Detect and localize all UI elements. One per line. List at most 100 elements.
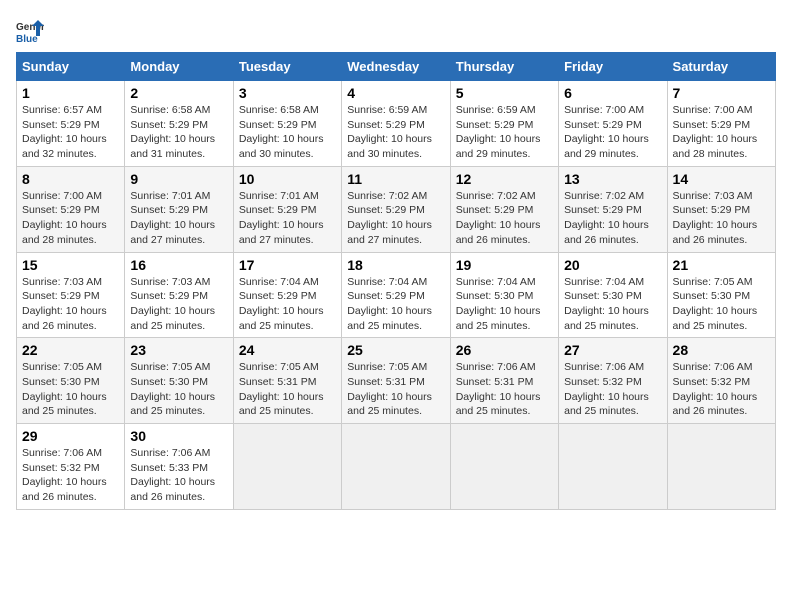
day-header-sunday: Sunday [17,53,125,81]
calendar-cell: 3 Sunrise: 6:58 AMSunset: 5:29 PMDaylight… [233,81,341,167]
day-number: 5 [456,85,553,101]
day-info: Sunrise: 7:02 AMSunset: 5:29 PMDaylight:… [347,189,444,248]
day-info: Sunrise: 7:05 AMSunset: 5:30 PMDaylight:… [22,360,119,419]
logo: General Blue [16,16,48,44]
calendar-cell: 27 Sunrise: 7:06 AMSunset: 5:32 PMDayligh… [559,338,667,424]
calendar-cell: 16 Sunrise: 7:03 AMSunset: 5:29 PMDayligh… [125,252,233,338]
day-info: Sunrise: 7:05 AMSunset: 5:31 PMDaylight:… [347,360,444,419]
calendar-cell: 23 Sunrise: 7:05 AMSunset: 5:30 PMDayligh… [125,338,233,424]
calendar-cell: 15 Sunrise: 7:03 AMSunset: 5:29 PMDayligh… [17,252,125,338]
calendar-cell: 12 Sunrise: 7:02 AMSunset: 5:29 PMDayligh… [450,166,558,252]
calendar-cell: 26 Sunrise: 7:06 AMSunset: 5:31 PMDayligh… [450,338,558,424]
calendar-cell: 11 Sunrise: 7:02 AMSunset: 5:29 PMDayligh… [342,166,450,252]
day-info: Sunrise: 7:04 AMSunset: 5:29 PMDaylight:… [239,275,336,334]
day-info: Sunrise: 7:02 AMSunset: 5:29 PMDaylight:… [564,189,661,248]
day-number: 10 [239,171,336,187]
calendar-cell: 19Sunrise: 7:04 AMSunset: 5:30 PMDayligh… [450,252,558,338]
day-info: Sunrise: 7:05 AMSunset: 5:31 PMDaylight:… [239,360,336,419]
calendar-cell: 30Sunrise: 7:06 AMSunset: 5:33 PMDayligh… [125,424,233,510]
day-info: Sunrise: 7:06 AMSunset: 5:32 PMDaylight:… [673,360,770,419]
header-row: SundayMondayTuesdayWednesdayThursdayFrid… [17,53,776,81]
calendar-cell [667,424,775,510]
day-number: 23 [130,342,227,358]
day-info: Sunrise: 7:01 AMSunset: 5:29 PMDaylight:… [130,189,227,248]
day-number: 17 [239,257,336,273]
day-number: 30 [130,428,227,444]
day-number: 15 [22,257,119,273]
calendar-cell: 24 Sunrise: 7:05 AMSunset: 5:31 PMDayligh… [233,338,341,424]
day-number: 27 [564,342,661,358]
day-info: Sunrise: 7:06 AMSunset: 5:32 PMDaylight:… [22,446,119,505]
day-info: Sunrise: 6:58 AMSunset: 5:29 PMDaylight:… [130,103,227,162]
calendar-cell: 6 Sunrise: 7:00 AMSunset: 5:29 PMDaylight… [559,81,667,167]
day-info: Sunrise: 6:59 AMSunset: 5:29 PMDaylight:… [456,103,553,162]
calendar-cell: 13 Sunrise: 7:02 AMSunset: 5:29 PMDayligh… [559,166,667,252]
day-info: Sunrise: 7:01 AMSunset: 5:29 PMDaylight:… [239,189,336,248]
header: General Blue [16,16,776,44]
calendar-cell: 4 Sunrise: 6:59 AMSunset: 5:29 PMDaylight… [342,81,450,167]
day-number: 28 [673,342,770,358]
calendar-cell: 1Sunrise: 6:57 AMSunset: 5:29 PMDaylight… [17,81,125,167]
calendar-week-5: 29 Sunrise: 7:06 AMSunset: 5:32 PMDayligh… [17,424,776,510]
day-header-tuesday: Tuesday [233,53,341,81]
calendar-table: SundayMondayTuesdayWednesdayThursdayFrid… [16,52,776,510]
day-info: Sunrise: 7:00 AMSunset: 5:29 PMDaylight:… [22,189,119,248]
day-header-saturday: Saturday [667,53,775,81]
calendar-cell: 5 Sunrise: 6:59 AMSunset: 5:29 PMDaylight… [450,81,558,167]
day-header-monday: Monday [125,53,233,81]
day-info: Sunrise: 7:02 AMSunset: 5:29 PMDaylight:… [456,189,553,248]
calendar-week-4: 22 Sunrise: 7:05 AMSunset: 5:30 PMDayligh… [17,338,776,424]
day-info: Sunrise: 6:58 AMSunset: 5:29 PMDaylight:… [239,103,336,162]
day-info: Sunrise: 6:59 AMSunset: 5:29 PMDaylight:… [347,103,444,162]
day-number: 26 [456,342,553,358]
calendar-cell: 21Sunrise: 7:05 AMSunset: 5:30 PMDayligh… [667,252,775,338]
calendar-cell [233,424,341,510]
day-number: 16 [130,257,227,273]
day-number: 4 [347,85,444,101]
day-info: Sunrise: 7:03 AMSunset: 5:29 PMDaylight:… [22,275,119,334]
day-number: 22 [22,342,119,358]
calendar-cell: 22 Sunrise: 7:05 AMSunset: 5:30 PMDayligh… [17,338,125,424]
calendar-cell: 9 Sunrise: 7:01 AMSunset: 5:29 PMDaylight… [125,166,233,252]
logo-icon: General Blue [16,16,44,44]
day-header-wednesday: Wednesday [342,53,450,81]
day-info: Sunrise: 7:04 AMSunset: 5:30 PMDaylight:… [456,275,553,334]
day-info: Sunrise: 7:04 AMSunset: 5:30 PMDaylight:… [564,275,661,334]
day-number: 3 [239,85,336,101]
calendar-cell [450,424,558,510]
day-info: Sunrise: 7:06 AMSunset: 5:31 PMDaylight:… [456,360,553,419]
day-number: 29 [22,428,119,444]
day-info: Sunrise: 7:05 AMSunset: 5:30 PMDaylight:… [130,360,227,419]
day-number: 21 [673,257,770,273]
day-number: 24 [239,342,336,358]
day-header-friday: Friday [559,53,667,81]
day-number: 14 [673,171,770,187]
calendar-cell: 20Sunrise: 7:04 AMSunset: 5:30 PMDayligh… [559,252,667,338]
calendar-cell [342,424,450,510]
day-info: Sunrise: 7:03 AMSunset: 5:29 PMDaylight:… [130,275,227,334]
calendar-cell: 7 Sunrise: 7:00 AMSunset: 5:29 PMDaylight… [667,81,775,167]
calendar-cell: 25 Sunrise: 7:05 AMSunset: 5:31 PMDayligh… [342,338,450,424]
calendar-cell: 18Sunrise: 7:04 AMSunset: 5:29 PMDayligh… [342,252,450,338]
day-info: Sunrise: 6:57 AMSunset: 5:29 PMDaylight:… [22,103,119,162]
calendar-cell [559,424,667,510]
day-info: Sunrise: 7:00 AMSunset: 5:29 PMDaylight:… [673,103,770,162]
day-info: Sunrise: 7:06 AMSunset: 5:32 PMDaylight:… [564,360,661,419]
day-number: 18 [347,257,444,273]
day-number: 11 [347,171,444,187]
calendar-cell: 28 Sunrise: 7:06 AMSunset: 5:32 PMDayligh… [667,338,775,424]
day-number: 12 [456,171,553,187]
calendar-cell: 8Sunrise: 7:00 AMSunset: 5:29 PMDaylight… [17,166,125,252]
calendar-week-1: 1Sunrise: 6:57 AMSunset: 5:29 PMDaylight… [17,81,776,167]
day-number: 9 [130,171,227,187]
day-number: 7 [673,85,770,101]
day-number: 25 [347,342,444,358]
svg-text:Blue: Blue [16,34,38,44]
calendar-cell: 10 Sunrise: 7:01 AMSunset: 5:29 PMDayligh… [233,166,341,252]
day-number: 13 [564,171,661,187]
day-number: 2 [130,85,227,101]
day-info: Sunrise: 7:00 AMSunset: 5:29 PMDaylight:… [564,103,661,162]
day-number: 6 [564,85,661,101]
calendar-week-3: 15 Sunrise: 7:03 AMSunset: 5:29 PMDayligh… [17,252,776,338]
calendar-cell: 29 Sunrise: 7:06 AMSunset: 5:32 PMDayligh… [17,424,125,510]
